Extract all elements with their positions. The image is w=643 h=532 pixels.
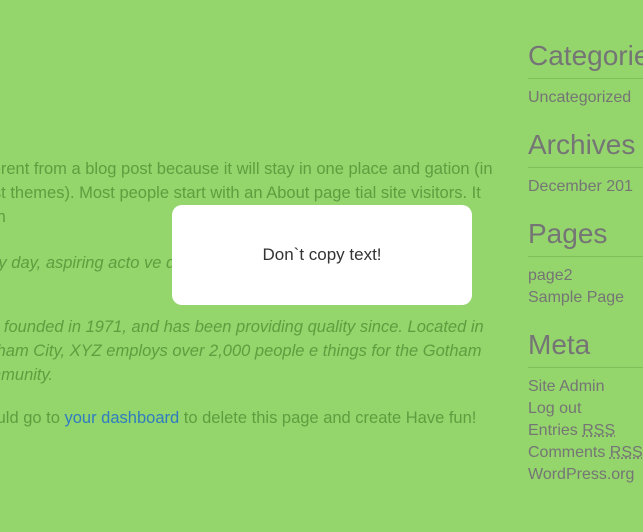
sidebar: Categories Uncategorized Archives Decemb…	[528, 0, 643, 506]
pages-heading: Pages	[528, 218, 643, 250]
rss-abbr: RSS	[610, 444, 643, 461]
about-instruction-paragraph: should go to your dashboard to delete th…	[0, 407, 500, 431]
archives-heading: Archives	[528, 129, 643, 161]
divider	[528, 78, 643, 79]
sidebar-section-archives: Archives December 201	[528, 129, 643, 196]
sidebar-section-meta: Meta Site Admin Log out Entries RSS Comm…	[528, 329, 643, 484]
archive-link-dec[interactable]: December 201	[528, 178, 643, 196]
divider	[528, 256, 643, 257]
meta-link-comments-rss[interactable]: Comments RSS	[528, 444, 643, 462]
meta-link-site-admin[interactable]: Site Admin	[528, 378, 643, 396]
meta-link-entries-rss[interactable]: Entries RSS	[528, 422, 643, 440]
divider	[528, 367, 643, 368]
page-root: different from a blog post because it wi…	[0, 0, 643, 532]
categories-heading: Categories	[528, 40, 643, 72]
instruction-text-after: to delete this page and create Have fun!	[179, 409, 476, 427]
rss-abbr: RSS	[582, 422, 615, 439]
page-link-page2[interactable]: page2	[528, 267, 643, 285]
divider	[528, 167, 643, 168]
meta-link-wordpress-org[interactable]: WordPress.org	[528, 466, 643, 484]
page-link-sample[interactable]: Sample Page	[528, 289, 643, 307]
instruction-text-before: should go to	[0, 409, 65, 427]
sidebar-section-categories: Categories Uncategorized	[528, 40, 643, 107]
entries-label: Entries	[528, 422, 582, 439]
dashboard-link[interactable]: your dashboard	[65, 409, 180, 427]
copy-warning-modal: Don`t copy text!	[172, 205, 472, 305]
meta-link-log-out[interactable]: Log out	[528, 400, 643, 418]
sidebar-section-pages: Pages page2 Sample Page	[528, 218, 643, 307]
meta-heading: Meta	[528, 329, 643, 361]
about-company-quote: was founded in 1971, and has been provid…	[0, 316, 500, 388]
comments-label: Comments	[528, 444, 610, 461]
category-link-uncategorized[interactable]: Uncategorized	[528, 89, 643, 107]
copy-warning-text: Don`t copy text!	[262, 245, 381, 265]
